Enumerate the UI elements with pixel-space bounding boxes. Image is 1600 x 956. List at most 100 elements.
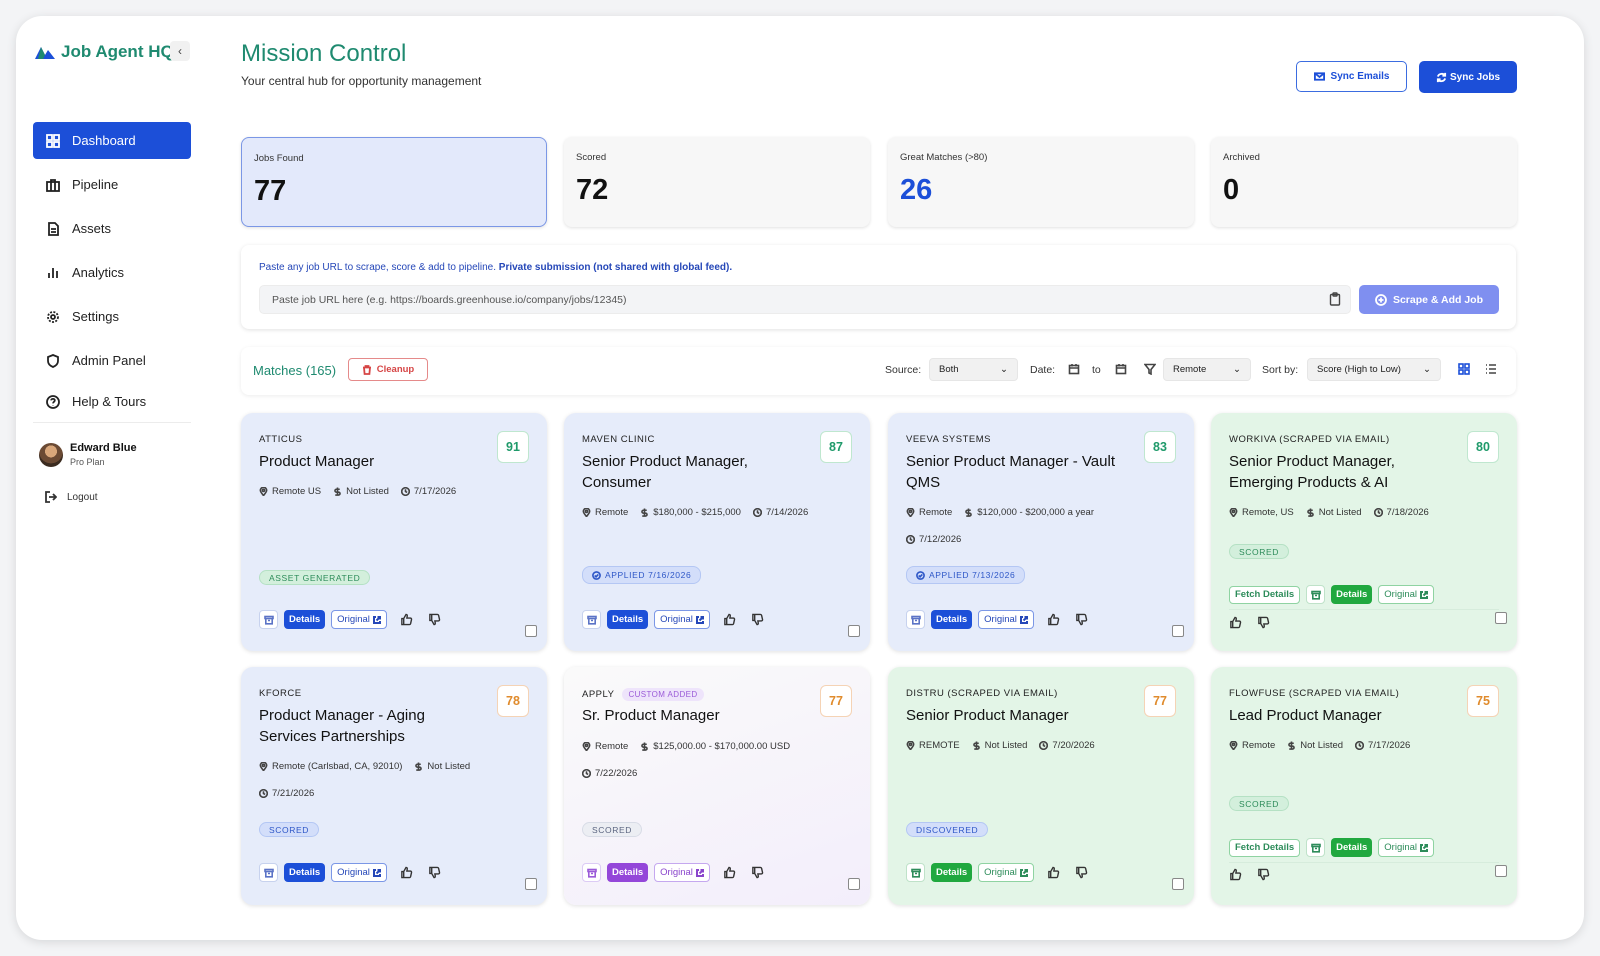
details-button[interactable]: Details [607, 610, 649, 629]
cleanup-button[interactable]: Cleanup [348, 358, 428, 381]
sidebar-item-settings[interactable]: Settings [33, 298, 191, 335]
thumbs-up-button[interactable] [722, 612, 738, 628]
thumbs-up-button[interactable] [399, 865, 415, 881]
job-location: Remote [582, 741, 628, 752]
clipboard-icon[interactable] [1329, 292, 1341, 306]
sync-emails-button[interactable]: Sync Emails [1296, 61, 1407, 92]
calendar-icon[interactable] [1068, 363, 1080, 375]
details-button[interactable]: Details [284, 610, 326, 629]
thumbs-down-button[interactable] [1257, 868, 1271, 882]
select-checkbox[interactable] [1172, 625, 1184, 637]
archive-button[interactable] [1306, 585, 1326, 604]
select-checkbox[interactable] [1495, 612, 1507, 624]
job-salary: Not Listed [414, 761, 470, 772]
thumbs-down-button[interactable] [1257, 616, 1271, 630]
job-card[interactable]: APPLY CUSTOM ADDED Sr. Product Manager 77… [564, 667, 870, 905]
original-label: Original [1384, 842, 1418, 853]
archive-button[interactable] [259, 863, 278, 882]
logout-button[interactable]: Logout [45, 491, 98, 503]
grid-view-icon[interactable] [1458, 363, 1470, 375]
match-score: 78 [497, 685, 529, 717]
stat-card-great-matches[interactable]: Great Matches (>80) 26 [888, 137, 1194, 227]
external-link-icon [1420, 590, 1429, 599]
page-title: Mission Control [241, 40, 407, 67]
external-link-icon [1420, 843, 1429, 852]
original-link[interactable]: Original [331, 610, 387, 629]
external-link-icon [1019, 615, 1028, 624]
details-button[interactable]: Details [1331, 585, 1373, 604]
sync-jobs-button[interactable]: Sync Jobs [1419, 61, 1517, 93]
sidebar-item-label: Analytics [72, 265, 125, 280]
select-checkbox[interactable] [1172, 878, 1184, 890]
thumbs-down-button[interactable] [750, 612, 766, 628]
job-card[interactable]: WORKIVA (SCRAPED VIA EMAIL) Senior Produ… [1211, 413, 1517, 651]
thumbs-up-button[interactable] [722, 865, 738, 881]
thumbs-down-button[interactable] [427, 612, 443, 628]
sidebar-item-label: Pipeline [72, 177, 119, 192]
archive-button[interactable] [259, 610, 278, 629]
original-link[interactable]: Original [654, 610, 710, 629]
mountain-logo-icon [35, 47, 55, 59]
sort-select[interactable]: Score (High to Low) ⌄ [1307, 358, 1441, 381]
thumbs-down-button[interactable] [1074, 865, 1090, 881]
stat-card-jobs-found[interactable]: Jobs Found 77 [241, 137, 547, 227]
job-card[interactable]: KFORCE Product Manager - Aging Services … [241, 667, 547, 905]
original-link[interactable]: Original [654, 863, 710, 882]
original-link[interactable]: Original [1378, 585, 1435, 604]
fetch-details-button[interactable]: Fetch Details [1229, 585, 1301, 604]
job-card[interactable]: VEEVA SYSTEMS Senior Product Manager - V… [888, 413, 1194, 651]
sidebar-item-help-tours[interactable]: Help & Tours [33, 383, 191, 420]
stat-card-archived[interactable]: Archived 0 [1211, 137, 1517, 227]
details-button[interactable]: Details [931, 863, 973, 882]
thumbs-down-button[interactable] [1074, 612, 1090, 628]
scrape-add-job-button[interactable]: Scrape & Add Job [1359, 285, 1499, 314]
select-checkbox[interactable] [525, 878, 537, 890]
thumbs-down-button[interactable] [427, 865, 443, 881]
thumbs-up-button[interactable] [1046, 612, 1062, 628]
thumbs-up-button[interactable] [1229, 868, 1243, 882]
user-profile[interactable]: Edward Blue Pro Plan [39, 442, 137, 467]
job-card[interactable]: ATTICUS Product Manager 91 Remote US Not… [241, 413, 547, 651]
job-card[interactable]: MAVEN CLINIC Senior Product Manager, Con… [564, 413, 870, 651]
original-link[interactable]: Original [978, 610, 1034, 629]
details-button[interactable]: Details [284, 863, 326, 882]
sidebar-item-admin-panel[interactable]: Admin Panel [33, 342, 191, 379]
archive-button[interactable] [1306, 838, 1326, 857]
archive-button[interactable] [906, 610, 925, 629]
sidebar-item-dashboard[interactable]: Dashboard [33, 122, 191, 159]
calendar-icon[interactable] [1115, 363, 1127, 375]
location-select[interactable]: Remote ⌄ [1163, 358, 1251, 381]
collapse-sidebar-button[interactable]: ‹ [170, 41, 190, 61]
select-checkbox[interactable] [848, 625, 860, 637]
archive-button[interactable] [906, 863, 925, 882]
source-select[interactable]: Both ⌄ [929, 358, 1018, 381]
original-link[interactable]: Original [978, 863, 1034, 882]
brand-logo[interactable]: Job Agent HQ [34, 42, 174, 62]
details-button[interactable]: Details [1331, 838, 1373, 857]
details-button[interactable]: Details [607, 863, 649, 882]
select-checkbox[interactable] [525, 625, 537, 637]
thumbs-up-button[interactable] [1229, 616, 1243, 630]
original-link[interactable]: Original [331, 863, 387, 882]
job-url-input[interactable] [259, 285, 1351, 314]
date-text: 7/17/2026 [413, 486, 457, 497]
fetch-details-button[interactable]: Fetch Details [1229, 838, 1301, 857]
salary-text: Not Listed [346, 486, 389, 497]
select-checkbox[interactable] [848, 878, 860, 890]
original-label: Original [660, 867, 693, 878]
archive-button[interactable] [582, 610, 601, 629]
list-view-icon[interactable] [1485, 363, 1497, 375]
thumbs-down-button[interactable] [750, 865, 766, 881]
sidebar-item-pipeline[interactable]: Pipeline [33, 166, 191, 203]
sidebar-item-assets[interactable]: Assets [33, 210, 191, 247]
job-card[interactable]: DISTRU (SCRAPED VIA EMAIL) Senior Produc… [888, 667, 1194, 905]
details-button[interactable]: Details [931, 610, 973, 629]
thumbs-up-button[interactable] [1046, 865, 1062, 881]
stat-card-scored[interactable]: Scored 72 [564, 137, 870, 227]
sidebar-item-analytics[interactable]: Analytics [33, 254, 191, 291]
archive-button[interactable] [582, 863, 601, 882]
select-checkbox[interactable] [1495, 865, 1507, 877]
original-link[interactable]: Original [1378, 838, 1435, 857]
job-card[interactable]: FLOWFUSE (SCRAPED VIA EMAIL) Lead Produc… [1211, 667, 1517, 905]
thumbs-up-button[interactable] [399, 612, 415, 628]
